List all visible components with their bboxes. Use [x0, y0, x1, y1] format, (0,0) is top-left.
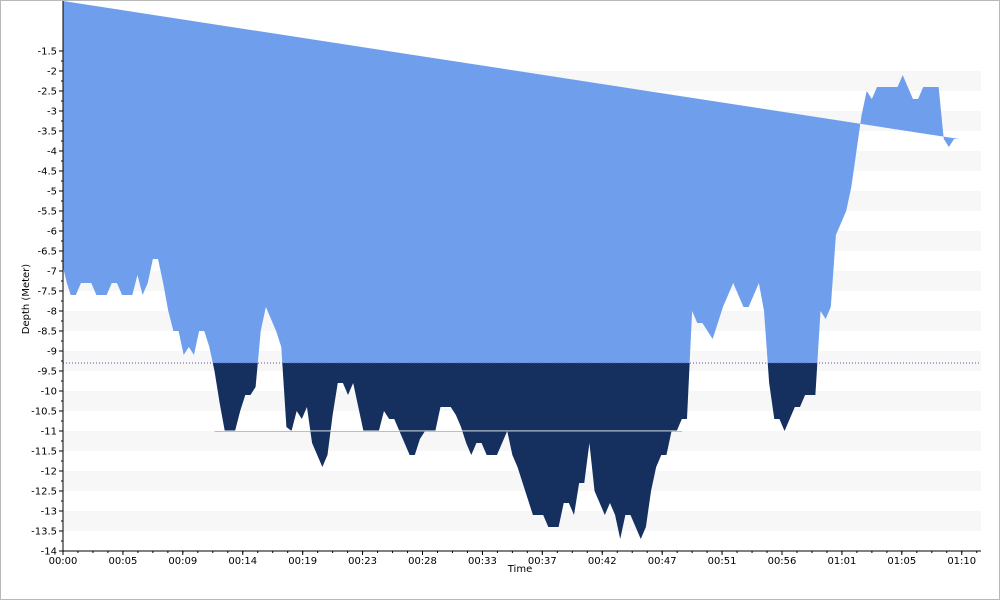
- x-tick-label: 00:00: [49, 556, 78, 567]
- x-tick-label: 00:14: [228, 556, 257, 567]
- x-tick-label: 00:56: [768, 556, 797, 567]
- y-tick-label: -4: [47, 147, 57, 158]
- x-tick-label: 00:42: [588, 556, 617, 567]
- x-tick-label: 01:01: [828, 556, 857, 567]
- y-tick-label: -12.5: [31, 487, 57, 498]
- y-tick-label: -3.5: [37, 127, 57, 138]
- y-axis-ticks: -1.5 -2 -2.5 -3 -3.5 -4 -4.5 -5 -5.5 -6 -6.5 -7 -7.5…: [31, 47, 63, 558]
- y-tick-label: -9.5: [37, 367, 57, 378]
- x-tick-label: 01:10: [947, 556, 976, 567]
- x-tick-label: 00:47: [648, 556, 677, 567]
- y-tick-label: -5: [47, 187, 57, 198]
- y-tick-label: -5.5: [37, 207, 57, 218]
- y-tick-label: -8.5: [37, 327, 57, 338]
- y-tick-label: -6.5: [37, 247, 57, 258]
- y-tick-label: -7.5: [37, 287, 57, 298]
- grid-band: [63, 511, 981, 531]
- x-tick-label: 00:28: [408, 556, 437, 567]
- y-tick-label: -3: [47, 107, 57, 118]
- y-tick-label: -12: [41, 467, 57, 478]
- x-tick-label: 00:23: [348, 556, 377, 567]
- x-tick-label: 00:05: [109, 556, 138, 567]
- y-tick-label: -6: [47, 227, 57, 238]
- y-tick-label: -10: [41, 387, 57, 398]
- y-tick-label: -13: [41, 507, 57, 518]
- x-axis-title: Time: [507, 564, 532, 575]
- y-tick-label: -11.5: [31, 447, 57, 458]
- depth-chart: -1.5 -2 -2.5 -3 -3.5 -4 -4.5 -5 -5.5 -6 -6.5 -7 -7.5…: [21, 1, 981, 575]
- y-tick-label: -4.5: [37, 167, 57, 178]
- y-tick-label: -2.5: [37, 87, 57, 98]
- y-axis-title: Depth (Meter): [21, 264, 32, 335]
- y-tick-label: -2: [47, 67, 57, 78]
- x-tick-label: 00:33: [468, 556, 497, 567]
- y-tick-label: -8: [47, 307, 57, 318]
- x-tick-label: 00:19: [288, 556, 317, 567]
- y-tick-label: -10.5: [31, 407, 57, 418]
- y-tick-label: -9: [47, 347, 57, 358]
- x-tick-label: 01:05: [887, 556, 916, 567]
- chart-frame: -1.5 -2 -2.5 -3 -3.5 -4 -4.5 -5 -5.5 -6 -6.5 -7 -7.5…: [0, 0, 1000, 600]
- y-tick-label: -13.5: [31, 527, 57, 538]
- y-tick-label: -7: [47, 267, 57, 278]
- y-tick-label: -11: [41, 427, 57, 438]
- y-tick-label: -1.5: [37, 47, 57, 58]
- x-tick-label: 00:51: [708, 556, 737, 567]
- x-tick-label: 00:09: [168, 556, 197, 567]
